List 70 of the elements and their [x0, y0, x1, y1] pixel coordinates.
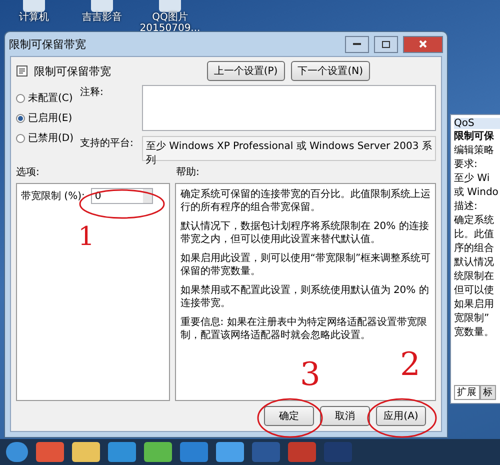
help-text: 默认情况下，数据包计划程序将系统限制在 20% 的连接带宽之内，但可以使用此设置来替代默认值。	[180, 220, 430, 246]
dialog-button[interactable]: 应用(A)	[376, 406, 426, 426]
window-text: 确定系统	[454, 215, 495, 227]
window-text: 序的组合	[454, 243, 495, 255]
radio-option[interactable]: 已启用(E)	[16, 111, 74, 125]
radio-option[interactable]: 未配置(C)	[16, 91, 74, 105]
field-label: 注释:	[80, 86, 104, 99]
taskbar-app-icon[interactable]	[288, 442, 316, 462]
desktop-icon[interactable]	[159, 0, 181, 12]
window-text: 但可以使	[454, 285, 495, 297]
window-text: 或 Windo	[454, 187, 500, 199]
start-button[interactable]	[6, 442, 28, 462]
taskbar-app-icon[interactable]	[216, 442, 244, 462]
help-text: 如果禁用或不配置此设置，则系统使用默认值为 20% 的连接带宽。	[180, 284, 430, 310]
taskbar-app-icon[interactable]	[36, 442, 64, 462]
dialog-button[interactable]: 取消	[320, 406, 370, 426]
help-text: 确定系统可保留的连接带宽的百分比。此值限制系统上运行的所有程序的组合带宽保留。	[180, 188, 431, 214]
field-label: 带宽限制 (%):	[21, 190, 85, 203]
close-button[interactable]	[403, 36, 443, 52]
minimize-icon	[353, 42, 361, 46]
comment-field[interactable]	[142, 85, 436, 131]
window-text: 要求:	[454, 159, 478, 171]
taskbar-app-icon[interactable]	[252, 442, 280, 462]
taskbar-app-icon[interactable]	[180, 442, 208, 462]
window-text: 至少 Wi	[454, 173, 491, 185]
radio-button[interactable]	[16, 114, 25, 122]
close-icon	[419, 40, 427, 48]
taskbar-app-icon[interactable]	[144, 442, 172, 462]
window-text: 限制可保	[454, 131, 495, 143]
window-text: 宽限制”	[454, 313, 490, 325]
help-text: 如果启用此设置，则可以使用“带宽限制”框来调整系统可保留的带宽数量。	[180, 252, 431, 278]
radio-option[interactable]: 已禁用(D)	[16, 131, 74, 145]
field-label: 支持的平台:	[80, 136, 134, 150]
previous-setting-button[interactable]: 上一个设置(P)	[206, 61, 285, 81]
window-text: 比。此值	[454, 229, 495, 241]
dialog-button[interactable]: 确定	[264, 406, 314, 426]
policy-heading: 限制可保留带宽	[34, 64, 112, 78]
taskbar-app-icon[interactable]	[108, 442, 136, 462]
window-text: 默认情况	[454, 257, 495, 269]
window-text: 统限制在	[454, 271, 495, 283]
policy-icon	[16, 65, 28, 77]
taskbar-app-icon[interactable]	[72, 442, 100, 462]
annotation-circle	[367, 398, 437, 438]
section-label: 帮助:	[176, 166, 200, 179]
desktop-icon[interactable]	[23, 0, 45, 12]
next-setting-button[interactable]: 下一个设置(N)	[290, 61, 370, 81]
radio-button[interactable]	[16, 134, 25, 142]
annotation-number: 2	[400, 345, 420, 383]
radio-button[interactable]	[16, 94, 25, 102]
maximize-icon	[382, 40, 390, 48]
desktop-icon[interactable]	[91, 0, 113, 12]
desktop-icon-label: 计算机	[19, 12, 49, 23]
desktop-icon-label: QQ图片 20150709...	[140, 12, 200, 34]
help-text: 重要信息: 如果在注册表中为特定网络适配器设置带宽限制，配置该网络适配器时就会忽略此设置。	[180, 316, 428, 342]
tab[interactable]: 扩展	[454, 385, 480, 400]
annotation-number: 1	[78, 222, 95, 252]
annotation-number: 3	[300, 355, 320, 393]
annotation-circle	[257, 398, 323, 438]
window-title: 限制可保留带宽	[9, 36, 87, 52]
window-text: 如果启用	[454, 299, 495, 311]
window-text: 宽数量。	[454, 327, 495, 339]
minimize-button[interactable]	[345, 36, 369, 52]
desktop-icon-label: 吉吉影音	[82, 12, 122, 23]
window-title: QoS	[454, 118, 500, 129]
window-text: 编辑策略	[454, 145, 495, 157]
maximize-button[interactable]	[374, 36, 398, 52]
section-label: 选项:	[16, 166, 40, 179]
taskbar-app-icon[interactable]	[324, 442, 352, 462]
tab[interactable]: 标	[480, 385, 496, 400]
window-text: 描述:	[454, 201, 478, 213]
